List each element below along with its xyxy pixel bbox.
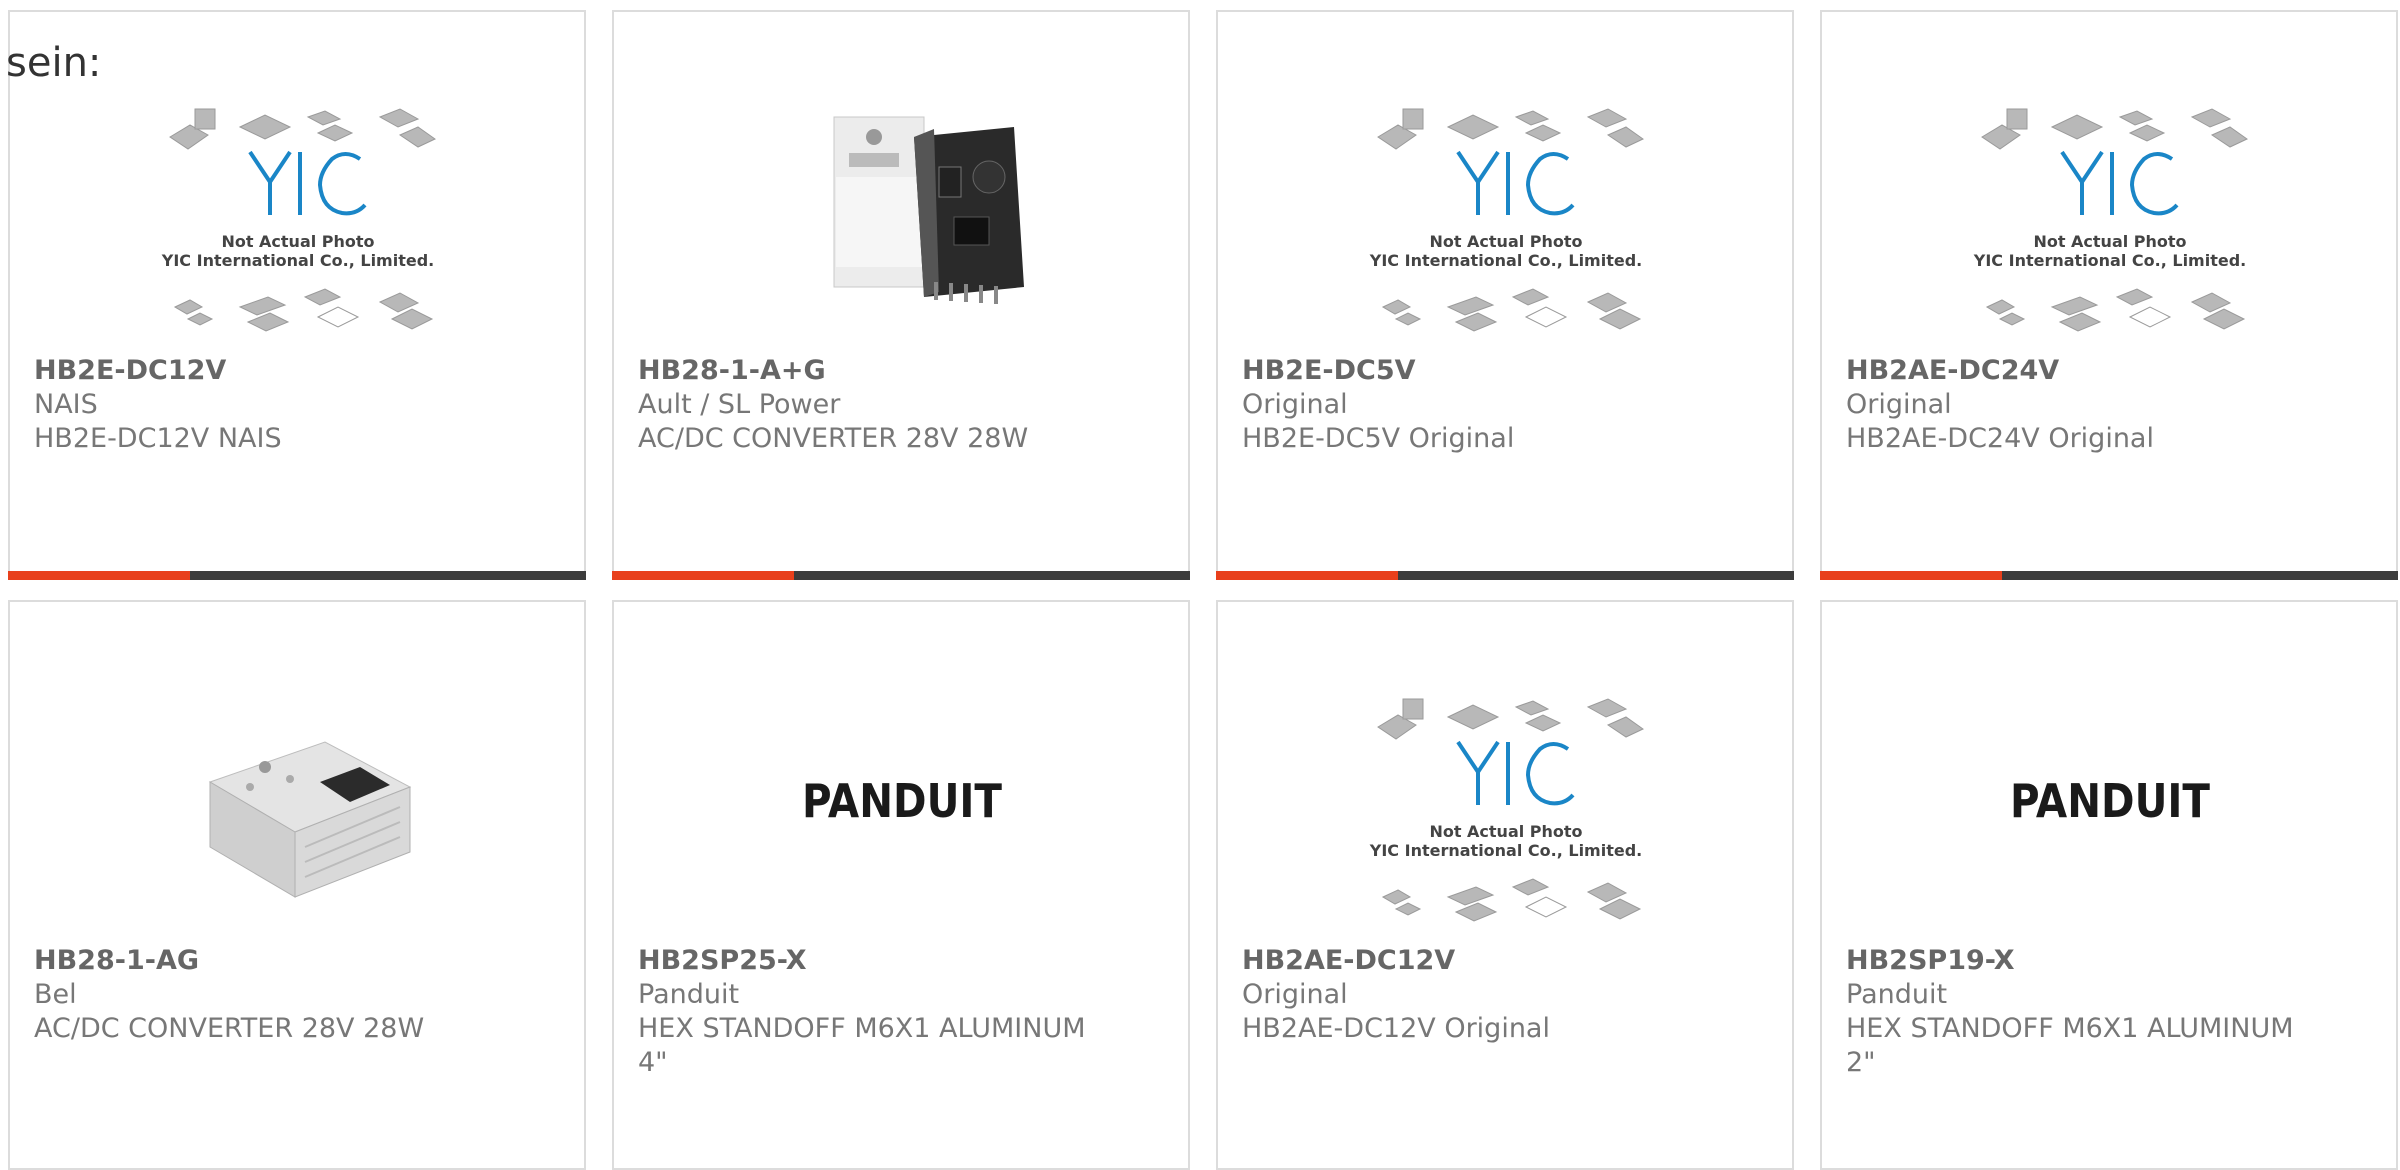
manufacturer: Original: [1242, 979, 1348, 1010]
placeholder-line2: YIC International Co., Limited.: [1973, 251, 2246, 270]
product-info: HB2E-DC12V NAIS HB2E-DC12V NAIS: [34, 354, 564, 456]
yic-placeholder-image: Not Actual Photo YIC International Co., …: [1369, 698, 1644, 922]
yic-logo-icon: [1456, 740, 1575, 806]
accent-bar: [612, 571, 794, 580]
product-info: HB28-1-A+G Ault / SL Power AC/DC CONVERT…: [638, 354, 1168, 456]
description: AC/DC CONVERTER 28V 28W: [34, 1013, 425, 1044]
panduit-logo-image: PANDUIT: [802, 774, 1003, 828]
accent-bar: [1216, 571, 1398, 580]
placeholder-line2: YIC International Co., Limited.: [161, 251, 434, 270]
product-info: HB2E-DC5V Original HB2E-DC5V Original: [1242, 354, 1772, 456]
product-card[interactable]: Not Actual Photo YIC International Co., …: [1216, 600, 1794, 1170]
product-info: HB2AE-DC12V Original HB2AE-DC12V Origina…: [1242, 944, 1772, 1046]
product-card[interactable]: HB28-1-AG Bel AC/DC CONVERTER 28V 28W: [8, 600, 586, 1170]
manufacturer: Original: [1846, 389, 1952, 420]
part-number-link[interactable]: HB2SP25-X: [638, 944, 1168, 978]
yic-logo-icon: [1456, 150, 1575, 216]
product-card[interactable]: Not Actual Photo YIC International Co., …: [1820, 10, 2398, 580]
placeholder-line1: Not Actual Photo: [221, 232, 374, 251]
part-number-link[interactable]: HB2E-DC5V: [1242, 354, 1772, 388]
product-card[interactable]: PANDUIT HB2SP19-X Panduit HEX STANDOFF M…: [1820, 600, 2398, 1170]
product-info: HB2SP25-X Panduit HEX STANDOFF M6X1 ALUM…: [638, 944, 1168, 1080]
panduit-logo: PANDUIT: [802, 774, 1003, 828]
power-supply-image: [208, 741, 412, 898]
description: AC/DC CONVERTER 28V 28W: [638, 423, 1029, 454]
section-heading: sein:: [6, 40, 102, 86]
panduit-logo-image: PANDUIT: [2010, 774, 2211, 828]
placeholder-line1: Not Actual Photo: [1429, 822, 1582, 841]
part-number-link[interactable]: HB28-1-AG: [34, 944, 564, 978]
product-card[interactable]: Not Actual Photo YIC International Co., …: [8, 10, 586, 580]
card-bottom-bar: [8, 571, 586, 580]
manufacturer: Original: [1242, 389, 1348, 420]
description: HEX STANDOFF M6X1 ALUMINUM 2": [1846, 1013, 2294, 1078]
description: HB2E-DC5V Original: [1242, 423, 1515, 454]
description: HB2AE-DC12V Original: [1242, 1013, 1550, 1044]
manufacturer: NAIS: [34, 389, 98, 420]
yic-placeholder-image: Not Actual Photo YIC International Co., …: [1973, 108, 2248, 332]
card-bottom-bar: [1820, 571, 2398, 580]
yic-placeholder-image: Not Actual Photo YIC International Co., …: [1369, 108, 1644, 332]
part-number-link[interactable]: HB28-1-A+G: [638, 354, 1168, 388]
manufacturer: Panduit: [1846, 979, 1948, 1010]
placeholder-line2: YIC International Co., Limited.: [1369, 251, 1642, 270]
placeholder-line1: Not Actual Photo: [2033, 232, 2186, 251]
power-supply-image: [833, 116, 1024, 304]
manufacturer: Panduit: [638, 979, 740, 1010]
yic-logo-icon: [2060, 150, 2179, 216]
yic-logo-icon: [248, 150, 367, 216]
placeholder-line1: Not Actual Photo: [1429, 232, 1582, 251]
card-bottom-bar: [612, 571, 1190, 580]
manufacturer: Bel: [34, 979, 77, 1010]
description: HEX STANDOFF M6X1 ALUMINUM 4": [638, 1013, 1086, 1078]
accent-bar: [1820, 571, 2002, 580]
product-card[interactable]: Not Actual Photo YIC International Co., …: [1216, 10, 1794, 580]
yic-placeholder-image: Not Actual Photo YIC International Co., …: [161, 108, 436, 332]
description: HB2AE-DC24V Original: [1846, 423, 2154, 454]
description: HB2E-DC12V NAIS: [34, 423, 282, 454]
product-card[interactable]: PANDUIT HB2SP25-X Panduit HEX STANDOFF M…: [612, 600, 1190, 1170]
manufacturer: Ault / SL Power: [638, 389, 841, 420]
product-card[interactable]: HB28-1-A+G Ault / SL Power AC/DC CONVERT…: [612, 10, 1190, 580]
product-info: HB2AE-DC24V Original HB2AE-DC24V Origina…: [1846, 354, 2376, 456]
accent-bar: [8, 571, 190, 580]
card-bottom-bar: [1216, 571, 1794, 580]
placeholder-line2: YIC International Co., Limited.: [1369, 841, 1642, 860]
product-info: HB28-1-AG Bel AC/DC CONVERTER 28V 28W: [34, 944, 564, 1046]
part-number-link[interactable]: HB2AE-DC24V: [1846, 354, 2376, 388]
product-info: HB2SP19-X Panduit HEX STANDOFF M6X1 ALUM…: [1846, 944, 2376, 1080]
part-number-link[interactable]: HB2SP19-X: [1846, 944, 2376, 978]
part-number-link[interactable]: HB2AE-DC12V: [1242, 944, 1772, 978]
panduit-logo: PANDUIT: [2010, 774, 2211, 828]
part-number-link[interactable]: HB2E-DC12V: [34, 354, 564, 388]
